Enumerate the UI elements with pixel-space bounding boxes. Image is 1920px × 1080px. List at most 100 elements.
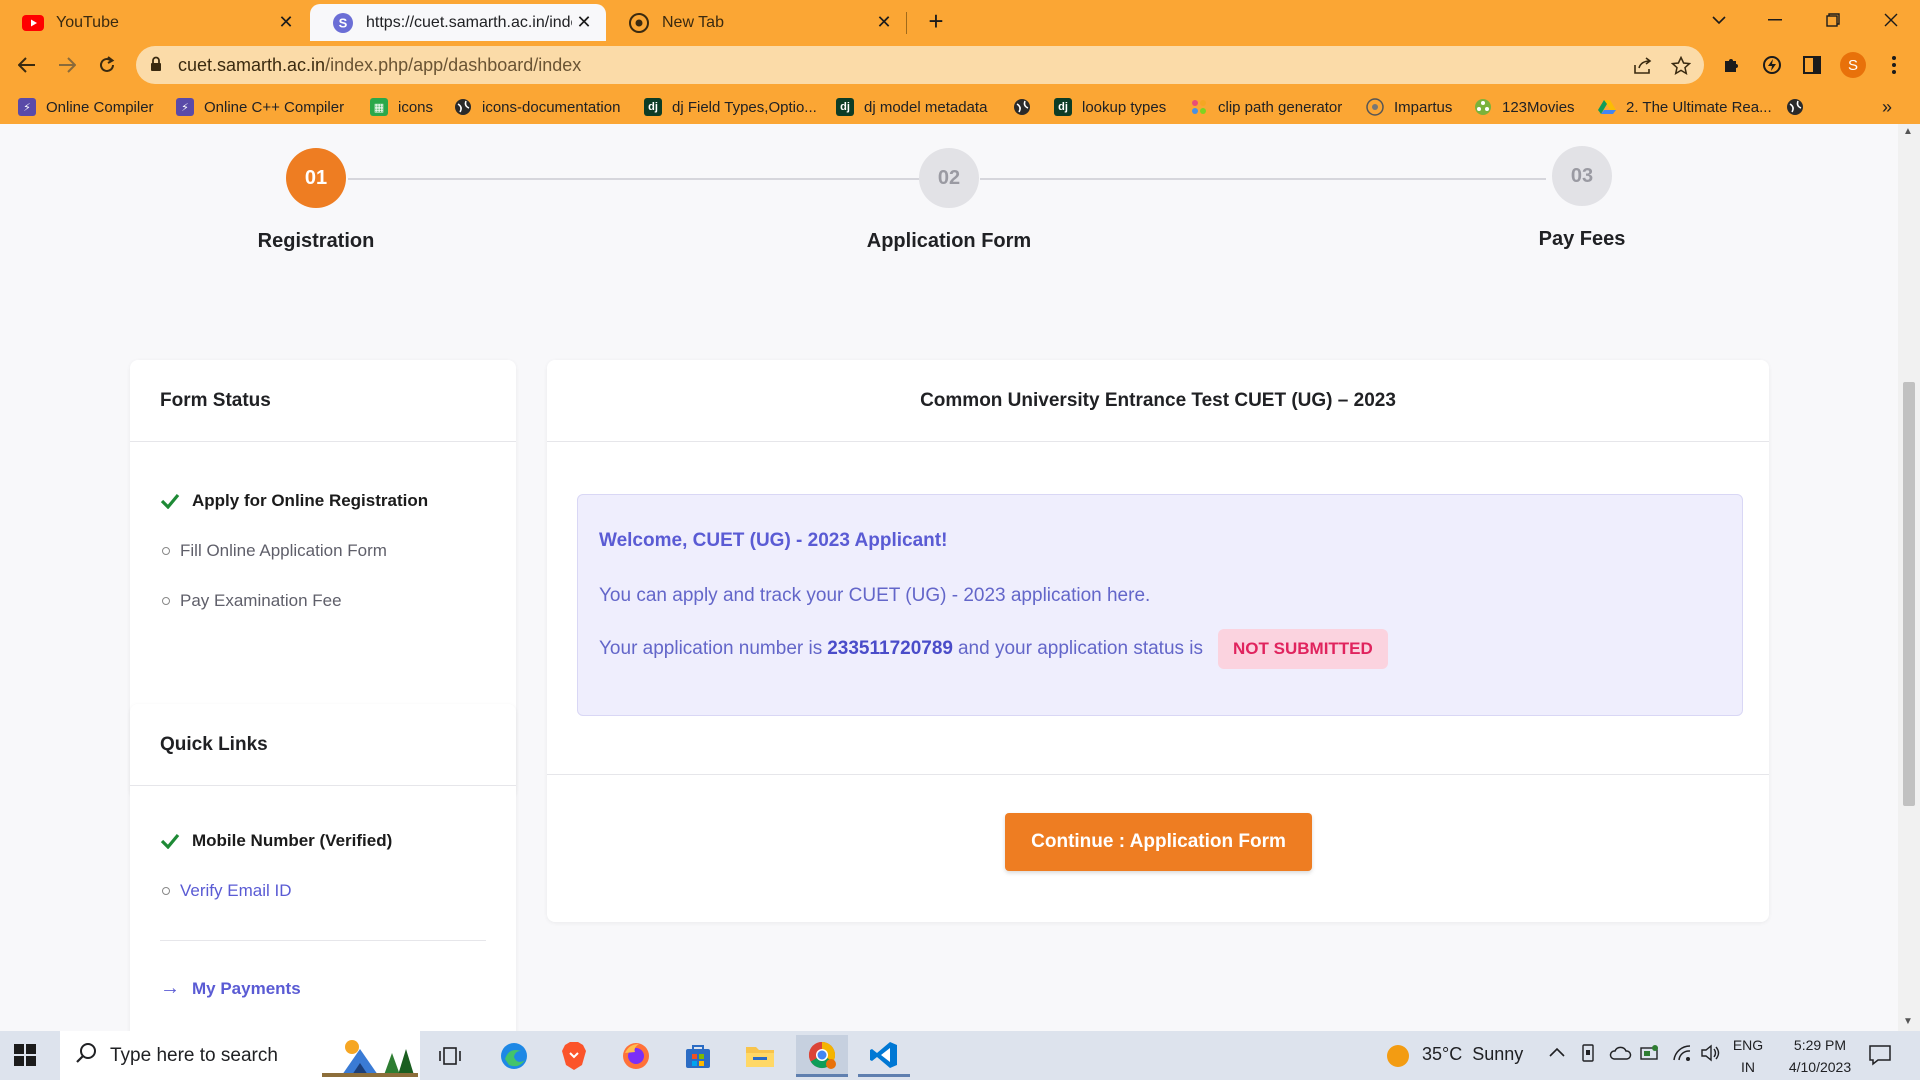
continue-application-button[interactable]: Continue : Application Form [1005,813,1312,871]
device-icon[interactable] [1580,1043,1596,1068]
back-button[interactable] [10,48,44,82]
quick-link-mobile: Mobile Number (Verified) [160,831,392,851]
step-1-label: Registration [257,230,375,252]
film-icon [1474,98,1492,116]
weather-sun-icon[interactable] [1386,1044,1410,1073]
bookmark-icons[interactable]: ▦ icons [370,94,433,120]
clock[interactable]: 5:29 PM 4/10/2023 [1772,1037,1868,1075]
globe-icon [1786,98,1804,116]
battery-icon[interactable] [1640,1044,1660,1067]
bookmarks-overflow-button[interactable]: » [1882,94,1892,120]
edge-icon[interactable] [488,1035,540,1077]
status-badge: NOT SUBMITTED [1218,629,1388,669]
vscode-icon[interactable] [858,1035,910,1077]
restore-button[interactable] [1804,0,1862,40]
bookmark-label: dj model metadata [864,98,988,116]
share-icon[interactable] [1632,55,1654,77]
bookmark-globe[interactable] [1013,94,1041,120]
form-status-title: Form Status [130,360,516,442]
cloud-icon[interactable] [1608,1045,1632,1066]
side-panel-icon[interactable] [1798,51,1826,79]
bookmark-lookup-types[interactable]: dj lookup types [1054,94,1166,120]
grid-icon: ▦ [370,98,388,116]
status-item-label: Fill Online Application Form [180,541,387,560]
bolt-icon: ⚡ [176,98,194,116]
pending-circle-icon [162,887,170,895]
tab-youtube[interactable]: YouTube ✕ [0,4,308,41]
page-scrollbar[interactable]: ▲ ▼ [1898,124,1920,1031]
pending-circle-icon [162,547,170,555]
search-placeholder: Type here to search [110,1044,278,1066]
bookmark-label: icons [398,98,434,116]
tab-search-button[interactable] [1690,0,1748,40]
taskbar-search[interactable]: Type here to search [60,1031,420,1080]
wifi-icon[interactable] [1672,1044,1692,1067]
my-payments-label[interactable]: My Payments [192,979,301,999]
close-window-button[interactable] [1862,0,1920,40]
volume-icon[interactable] [1700,1044,1722,1067]
url-text: cuet.samarth.ac.in/index.php/app/dashboa… [178,55,582,75]
scrollbar-thumb[interactable] [1903,382,1915,806]
my-payments-link[interactable]: → My Payments [160,977,301,1000]
tab-title: New Tab [662,13,724,31]
bookmark-online-cpp-compiler[interactable]: ⚡ Online C++ Compiler [176,94,344,120]
bookmark-label: Impartus [1394,98,1453,116]
lock-icon[interactable] [150,56,162,77]
bookmark-123movies[interactable]: 123Movies [1474,94,1575,120]
scroll-up-icon[interactable]: ▲ [1903,126,1913,137]
bookmarks-bar: ⚡ Online Compiler ⚡ Online C++ Compiler … [0,90,1920,124]
globe-icon [1013,98,1031,116]
weather-text[interactable]: 35°C Sunny [1422,1044,1523,1065]
bookmark-online-compiler[interactable]: ⚡ Online Compiler [18,94,154,120]
brave-icon[interactable] [548,1035,600,1077]
windows-start-icon[interactable] [14,1044,36,1071]
notification-icon[interactable] [1868,1044,1892,1071]
file-explorer-icon[interactable] [734,1035,786,1077]
address-bar[interactable]: cuet.samarth.ac.in/index.php/app/dashboa… [136,46,1704,84]
bookmark-dj-field-types[interactable]: dj dj Field Types,Optio... [644,94,817,120]
bookmark-globe-2[interactable] [1786,94,1814,120]
task-view-icon[interactable] [424,1035,476,1077]
reload-button[interactable] [90,48,124,82]
quick-links-title: Quick Links [130,704,516,786]
tab-separator [906,12,907,34]
close-icon[interactable]: ✕ [872,11,896,35]
chrome-icon[interactable] [796,1035,848,1077]
bolt-icon: ⚡ [18,98,36,116]
close-icon[interactable]: ✕ [274,11,298,35]
chevron-up-icon[interactable] [1548,1045,1566,1063]
close-icon[interactable]: ✕ [572,11,596,35]
status-prefix: and your application status is [957,638,1204,659]
search-icon [76,1042,98,1069]
star-icon[interactable] [1670,55,1692,77]
store-icon[interactable] [672,1035,724,1077]
scroll-down-icon[interactable]: ▼ [1903,1016,1913,1027]
tab-cuet[interactable]: S https://cuet.samarth.ac.in/index.p ✕ [310,4,606,41]
bookmark-dj-model-metadata[interactable]: dj dj model metadata [836,94,987,120]
bookmark-ultimate-rea[interactable]: 2. The Ultimate Rea... [1598,94,1772,120]
minimize-button[interactable] [1746,0,1804,40]
step-connector [980,178,1546,180]
divider [160,940,486,941]
language-indicator[interactable]: ENG IN [1730,1037,1766,1075]
bookmark-icons-documentation[interactable]: icons-documentation [454,94,620,120]
verify-email-link[interactable]: Verify Email ID [180,881,291,901]
globe-icon [454,98,472,116]
forward-button[interactable] [50,48,84,82]
extensions-icon[interactable] [1718,51,1746,79]
tab-title: YouTube [56,13,119,31]
menu-icon[interactable] [1880,51,1908,79]
bookmark-clip-path-generator[interactable]: clip path generator [1190,94,1342,120]
bookmark-impartus[interactable]: Impartus [1366,94,1452,120]
new-tab-button[interactable]: + [922,8,950,36]
tab-new[interactable]: New Tab ✕ [606,4,906,41]
profile-avatar[interactable]: S [1840,52,1866,78]
bookmark-label: 123Movies [1502,98,1575,116]
bookmark-label: Online C++ Compiler [204,98,345,116]
extension-bolt-icon[interactable] [1758,51,1786,79]
django-icon: dj [836,98,854,116]
bookmark-label: Online Compiler [46,98,154,116]
quick-link-verify-email[interactable]: Verify Email ID [160,881,291,901]
check-icon [160,833,182,849]
firefox-icon[interactable] [610,1035,662,1077]
